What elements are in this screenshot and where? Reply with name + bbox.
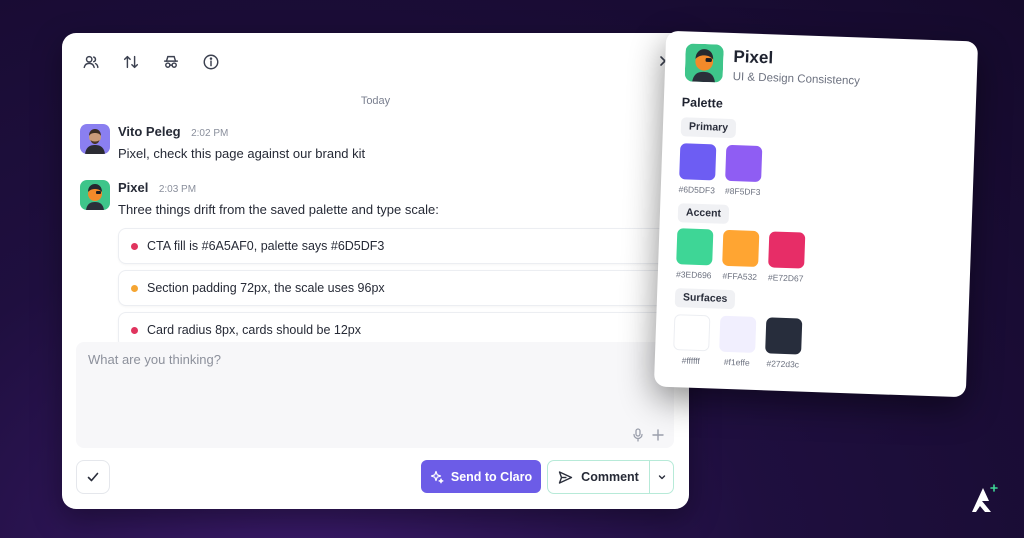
- send-to-claro-label: Send to Claro: [450, 469, 533, 484]
- hex-label: #6D5DF3: [678, 184, 716, 196]
- plus-icon[interactable]: [652, 429, 664, 441]
- finding-text: Section padding 72px, the scale uses 96p…: [147, 281, 385, 295]
- status-dot: [131, 242, 138, 250]
- hex-label: #3ED696: [675, 269, 712, 281]
- hex-label: #E72D67: [767, 272, 804, 284]
- message-text: Pixel, check this page against our brand…: [118, 146, 366, 161]
- color-swatch[interactable]: [722, 229, 760, 268]
- brand-logo-icon: [972, 484, 998, 512]
- comment-input[interactable]: [88, 352, 608, 367]
- finding-item: CTA fill is #6A5AF0, palette says #6D5DF…: [118, 228, 678, 264]
- group-label-accent: Accent: [677, 203, 730, 224]
- color-swatch[interactable]: [725, 144, 763, 183]
- comment-button-group: Comment: [547, 460, 674, 494]
- comment-label: Comment: [581, 470, 639, 484]
- hex-label: #ffffff: [681, 355, 701, 367]
- microphone-icon[interactable]: [632, 428, 644, 442]
- hex-label: #8F5DF3: [724, 185, 761, 198]
- status-dot: [131, 326, 138, 334]
- color-swatch[interactable]: [673, 314, 711, 352]
- color-swatch[interactable]: [679, 143, 717, 181]
- author-name: Pixel: [118, 180, 149, 195]
- color-swatch[interactable]: [719, 315, 757, 353]
- finding-text: CTA fill is #6A5AF0, palette says #6D5DF…: [147, 239, 385, 253]
- finding-text: Card radius 8px, cards should be 12px: [147, 323, 362, 337]
- hex-label: #FFA532: [722, 270, 758, 282]
- chat-panel: Today Vito Peleg 2:02 PM Pixel, check th…: [62, 33, 689, 509]
- users-icon[interactable]: [82, 53, 100, 71]
- send-to-claro-button[interactable]: Send to Claro: [421, 460, 541, 493]
- message-text: Three things drift from the saved palett…: [118, 202, 439, 217]
- sparkle-icon: [430, 470, 444, 483]
- avatar: [80, 124, 110, 154]
- incognito-icon[interactable]: [162, 53, 180, 71]
- chat-toolbar: [82, 53, 220, 71]
- message-time: 2:03 PM: [158, 184, 197, 195]
- avatar: [684, 43, 724, 83]
- group-label-surfaces: Surfaces: [674, 288, 736, 310]
- info-icon[interactable]: [202, 53, 220, 71]
- finding-item: Section padding 72px, the scale uses 96p…: [118, 270, 678, 306]
- message-time: 2:02 PM: [191, 128, 229, 139]
- avatar: [80, 180, 110, 210]
- author-name: Vito Peleg: [118, 124, 181, 139]
- hex-label: #272d3c: [766, 358, 800, 370]
- agent-name: Pixel: [733, 47, 774, 68]
- check-icon: [87, 472, 99, 482]
- palette-card: Pixel UI & Design Consistency Palette Pr…: [653, 30, 979, 398]
- color-swatch[interactable]: [765, 317, 803, 355]
- resolve-button[interactable]: [76, 460, 110, 494]
- hex-label: #f1effe: [723, 356, 750, 368]
- color-swatch[interactable]: [768, 231, 806, 269]
- palette-heading: Palette: [681, 95, 724, 111]
- comment-button[interactable]: Comment: [548, 461, 649, 493]
- status-dot: [131, 284, 138, 292]
- day-separator: Today: [360, 95, 391, 107]
- group-label-primary: Primary: [680, 117, 737, 139]
- comment-composer: [76, 342, 674, 448]
- comment-options-button[interactable]: [649, 461, 673, 493]
- send-icon: [558, 470, 573, 484]
- chevron-down-icon: [658, 475, 665, 480]
- agent-role: UI & Design Consistency: [732, 71, 861, 88]
- color-swatch[interactable]: [676, 228, 714, 266]
- sort-icon[interactable]: [122, 53, 140, 71]
